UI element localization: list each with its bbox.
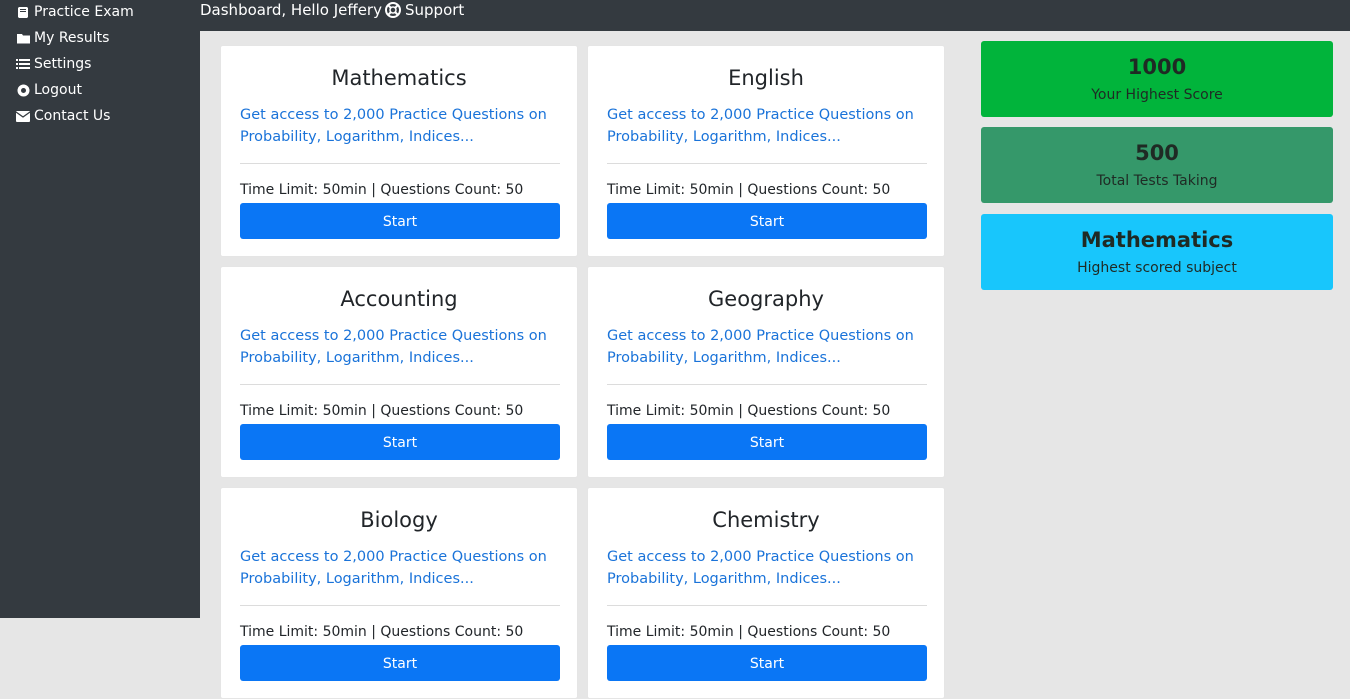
card-divider bbox=[240, 384, 560, 385]
support-link[interactable]: Support bbox=[385, 0, 464, 20]
top-bar: Dashboard, Hello Jeffery Support bbox=[200, 0, 1350, 31]
dashboard-greeting: Dashboard, Hello Jeffery bbox=[200, 1, 382, 19]
sidebar-item-my-results[interactable]: My Results bbox=[16, 28, 109, 48]
exam-card-english: English Get access to 2,000 Practice Que… bbox=[587, 45, 945, 257]
sidebar-item-label: Practice Exam bbox=[34, 4, 134, 20]
card-divider bbox=[607, 605, 927, 606]
card-title: Biology bbox=[360, 508, 438, 532]
card-divider bbox=[240, 163, 560, 164]
stat-value: 500 bbox=[1135, 141, 1179, 165]
card-divider bbox=[607, 384, 927, 385]
folder-icon bbox=[16, 31, 30, 45]
card-description-link[interactable]: Get access to 2,000 Practice Questions o… bbox=[607, 104, 927, 148]
card-meta: Time Limit: 50min | Questions Count: 50 bbox=[240, 182, 524, 198]
card-description-link[interactable]: Get access to 2,000 Practice Questions o… bbox=[607, 546, 927, 590]
card-title: Mathematics bbox=[331, 66, 467, 90]
exam-card-geography: Geography Get access to 2,000 Practice Q… bbox=[587, 266, 945, 478]
support-label: Support bbox=[405, 1, 465, 19]
stat-value: Mathematics bbox=[1080, 228, 1234, 252]
start-button[interactable]: Start bbox=[607, 203, 927, 239]
lifebuoy-icon bbox=[385, 2, 401, 18]
stat-label: Your Highest Score bbox=[1091, 87, 1223, 103]
card-title: Geography bbox=[708, 287, 824, 311]
sidebar-item-label: Contact Us bbox=[34, 108, 111, 124]
card-meta: Time Limit: 50min | Questions Count: 50 bbox=[607, 182, 891, 198]
exam-card-chemistry: Chemistry Get access to 2,000 Practice Q… bbox=[587, 487, 945, 699]
start-button[interactable]: Start bbox=[607, 424, 927, 460]
sidebar-item-contact-us[interactable]: Contact Us bbox=[16, 106, 110, 126]
envelope-icon bbox=[16, 109, 30, 123]
card-title: Chemistry bbox=[712, 508, 820, 532]
card-description-link[interactable]: Get access to 2,000 Practice Questions o… bbox=[240, 104, 560, 148]
card-meta: Time Limit: 50min | Questions Count: 50 bbox=[240, 624, 524, 640]
card-title: English bbox=[728, 66, 804, 90]
stat-label: Highest scored subject bbox=[1077, 260, 1237, 276]
card-divider bbox=[607, 163, 927, 164]
highest-subject-stat: Mathematics Highest scored subject bbox=[981, 214, 1333, 290]
book-icon bbox=[16, 5, 30, 19]
sidebar-item-logout[interactable]: Logout bbox=[16, 80, 82, 100]
card-meta: Time Limit: 50min | Questions Count: 50 bbox=[607, 403, 891, 419]
card-meta: Time Limit: 50min | Questions Count: 50 bbox=[240, 403, 524, 419]
card-description-link[interactable]: Get access to 2,000 Practice Questions o… bbox=[607, 325, 927, 369]
card-title: Accounting bbox=[340, 287, 458, 311]
sidebar-item-label: Settings bbox=[34, 56, 92, 72]
exam-card-mathematics: Mathematics Get access to 2,000 Practice… bbox=[220, 45, 578, 257]
list-icon bbox=[16, 57, 30, 71]
sidebar-item-label: Logout bbox=[34, 82, 82, 98]
highest-score-stat: 1000 Your Highest Score bbox=[981, 41, 1333, 117]
stat-value: 1000 bbox=[1127, 55, 1187, 79]
card-description-link[interactable]: Get access to 2,000 Practice Questions o… bbox=[240, 546, 560, 590]
sidebar-item-settings[interactable]: Settings bbox=[16, 54, 91, 74]
exam-card-biology: Biology Get access to 2,000 Practice Que… bbox=[220, 487, 578, 699]
start-button[interactable]: Start bbox=[240, 203, 560, 239]
stat-label: Total Tests Taking bbox=[1096, 173, 1218, 189]
sidebar: Practice Exam My Results Settings Logout… bbox=[0, 0, 200, 618]
total-tests-stat: 500 Total Tests Taking bbox=[981, 127, 1333, 203]
start-button[interactable]: Start bbox=[607, 645, 927, 681]
card-description-link[interactable]: Get access to 2,000 Practice Questions o… bbox=[240, 325, 560, 369]
start-button[interactable]: Start bbox=[240, 645, 560, 681]
start-button[interactable]: Start bbox=[240, 424, 560, 460]
circle-dot-icon bbox=[16, 83, 30, 97]
card-meta: Time Limit: 50min | Questions Count: 50 bbox=[607, 624, 891, 640]
exam-card-accounting: Accounting Get access to 2,000 Practice … bbox=[220, 266, 578, 478]
sidebar-item-practice-exam[interactable]: Practice Exam bbox=[16, 2, 134, 22]
card-divider bbox=[240, 605, 560, 606]
sidebar-item-label: My Results bbox=[34, 30, 110, 46]
